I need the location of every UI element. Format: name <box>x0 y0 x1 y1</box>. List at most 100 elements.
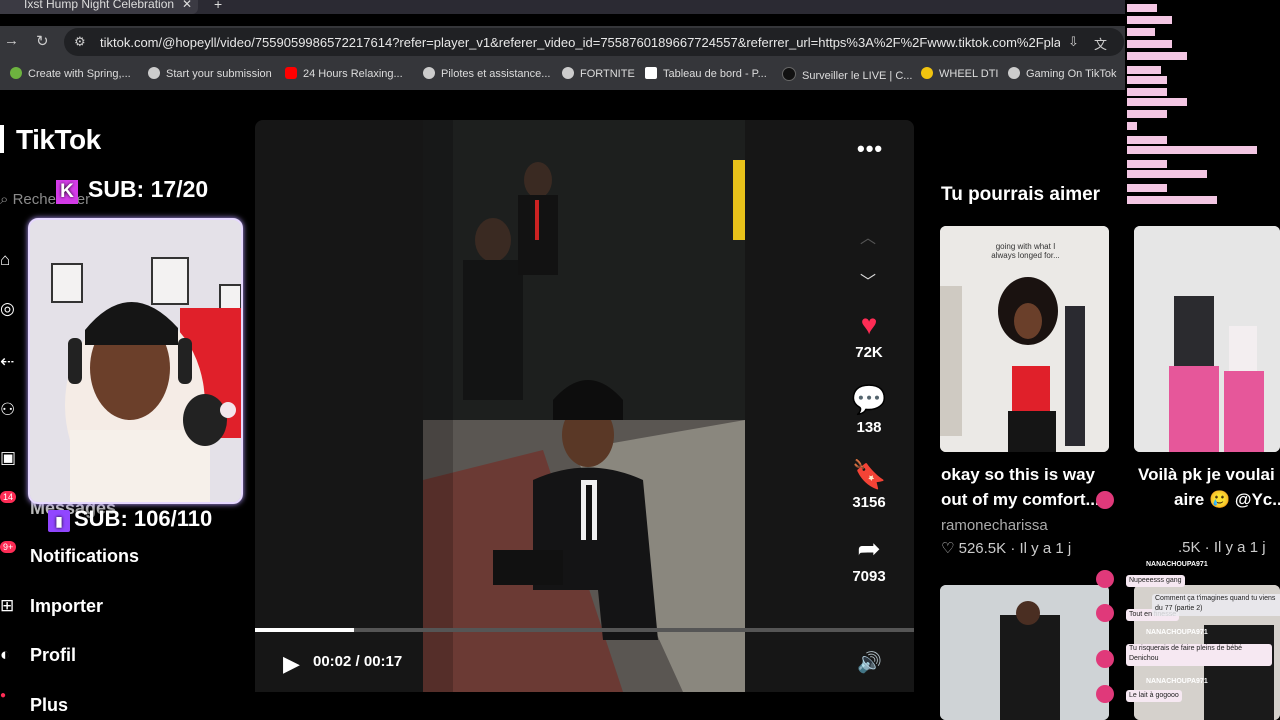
kick-icon: K <box>56 180 78 204</box>
bookmark-item[interactable]: WHEEL DTI <box>921 67 999 80</box>
globe-icon <box>423 67 435 79</box>
sidebar-item-more[interactable]: Plus <box>30 695 68 716</box>
translate-icon[interactable]: 文 <box>1094 34 1107 53</box>
globe-icon <box>148 67 160 79</box>
comment-count: 138 <box>856 419 882 436</box>
video-player[interactable] <box>423 120 745 692</box>
thumbnail-image <box>940 585 1109 720</box>
address-bar-row: → ↻ ⚙ tiktok.com/@hopeyll/video/75590599… <box>0 26 1125 58</box>
previous-video-icon[interactable]: ︿ <box>860 224 876 248</box>
friends-icon[interactable]: ⚇ <box>0 400 15 420</box>
profile-avatar-icon[interactable]: ◐ <box>0 645 10 665</box>
play-icon[interactable]: ▶ <box>283 651 300 677</box>
heart-icon: ♥ <box>860 309 878 340</box>
chat-message: Nupeeesss gang <box>1126 575 1185 587</box>
chat-avatar-icon <box>1096 650 1114 668</box>
more-dot-icon: ● <box>0 690 7 701</box>
webcam-overlay <box>28 218 243 504</box>
volume-icon[interactable]: 🔊 <box>857 650 882 675</box>
install-app-icon[interactable]: ⇩ <box>1068 34 1079 50</box>
card-title-line1[interactable]: okay so this is way <box>941 462 1095 487</box>
chat-message: Le lait à gogooo <box>1126 690 1182 702</box>
globe-icon <box>562 67 574 79</box>
infinity-icon <box>645 67 657 79</box>
video-time: 00:02 / 00:17 <box>313 653 403 670</box>
bookmark-icon: 🔖 <box>851 459 887 490</box>
chat-username: NANACHOUPA971 <box>1146 629 1208 636</box>
tiktok-icon <box>782 67 796 81</box>
close-tab-icon[interactable]: ✕ <box>182 0 192 11</box>
video-frame <box>423 120 745 692</box>
bookmark-favicon-icon <box>10 67 22 79</box>
reload-icon[interactable]: ↻ <box>36 32 49 50</box>
youtube-icon <box>285 67 297 79</box>
sidebar-item-notifications[interactable]: Notifications <box>30 546 139 567</box>
bookmark-item[interactable]: Gaming On TikTok <box>1008 67 1116 80</box>
home-icon[interactable]: ⌂ <box>0 250 10 270</box>
twitch-sub-counter: ▮ SUB: 106/110 <box>48 506 212 532</box>
card-author[interactable]: ramonecharissa <box>941 517 1048 534</box>
streamer-image <box>30 220 241 502</box>
bookmark-item[interactable]: Start your submission <box>148 67 272 80</box>
live-icon[interactable]: ▣ <box>0 448 16 468</box>
chat-avatar-icon <box>1096 570 1114 588</box>
chat-messages-stack <box>1127 4 1257 204</box>
explore-icon[interactable]: ◎ <box>0 299 15 319</box>
browser-tab[interactable]: Ixst Hump Night Celebrations ✕ <box>0 0 198 14</box>
video-progress-fill <box>255 628 354 632</box>
messages-badge: 14 <box>0 491 17 503</box>
card-meta: .5K · Il y a 1 j <box>1178 539 1266 556</box>
thumbnail-image <box>1134 226 1280 452</box>
bookmark-item[interactable]: 24 Hours Relaxing... <box>285 67 403 80</box>
bookmark-item[interactable]: Pilotes et assistance... <box>423 67 550 80</box>
save-count: 3156 <box>852 494 886 511</box>
tab-bar: Ixst Hump Night Celebrations ✕ + <box>0 0 1125 14</box>
site-settings-icon[interactable]: ⚙ <box>74 34 86 50</box>
notifications-badge: 9+ <box>0 541 17 553</box>
recommendation-thumbnail[interactable] <box>1134 226 1280 452</box>
sidebar-item-profile[interactable]: Profil <box>30 645 76 666</box>
bookmark-item[interactable]: Tableau de bord - P... <box>645 67 767 80</box>
recommendation-thumbnail[interactable] <box>940 585 1109 720</box>
chat-username: NANACHOUPA971 <box>1146 678 1208 685</box>
like-count: 72K <box>855 344 883 361</box>
tiktok-note-icon <box>0 125 14 153</box>
card-title-line2[interactable]: aire 🥲 @Yc... <box>1174 487 1280 512</box>
card-title-line1[interactable]: Voilà pk je voulai <box>1138 462 1280 487</box>
bookmark-item[interactable]: Surveiller le LIVE | C... <box>782 67 912 82</box>
new-tab-button[interactable]: + <box>214 0 222 12</box>
chat-username: NANACHOUPA971 <box>1146 561 1208 568</box>
following-icon[interactable]: ⇠ <box>0 352 14 372</box>
share-button[interactable]: ➦ 7093 <box>840 533 898 586</box>
chat-avatar-icon <box>1096 685 1114 703</box>
tab-title: Ixst Hump Night Celebrations <box>24 0 174 11</box>
bookmarks-bar: Create with Spring,... Start your submis… <box>0 58 1125 90</box>
forward-icon[interactable]: → <box>4 32 19 49</box>
chat-message: Tu risquerais de faire pleins de bébé De… <box>1126 644 1272 666</box>
address-bar[interactable]: ⚙ tiktok.com/@hopeyll/video/755905998657… <box>64 28 1124 56</box>
chat-message: Comment ça t'imagines quand tu viens du … <box>1152 594 1280 616</box>
comment-button[interactable]: 💬 138 <box>840 384 898 437</box>
stream-chat-top <box>1125 0 1280 205</box>
card-meta: ♡ 526.5K · Il y a 1 j <box>941 540 1072 557</box>
chat-avatar-icon <box>1096 491 1114 509</box>
upload-icon[interactable]: ⊞ <box>0 596 14 616</box>
url-text[interactable]: tiktok.com/@hopeyll/video/75590599865722… <box>100 35 1060 50</box>
card-title-line2[interactable]: out of my comfort... <box>941 487 1100 512</box>
thumbnail-caption: going with what I always longed for... <box>991 242 1060 260</box>
next-video-icon[interactable]: ﹀ <box>860 268 876 292</box>
recommendations-title: Tu pourrais aimer <box>941 184 1101 205</box>
more-options-icon[interactable]: ••• <box>857 136 883 162</box>
wheel-icon <box>921 67 933 79</box>
share-count: 7093 <box>852 568 886 585</box>
sidebar-item-upload[interactable]: Importer <box>30 596 103 617</box>
tiktok-logo[interactable]: TikTok <box>0 124 101 156</box>
search-icon: ⌕ <box>0 191 13 208</box>
bookmark-item[interactable]: Create with Spring,... <box>10 67 131 80</box>
kick-sub-counter: K SUB: 17/20 <box>56 176 208 204</box>
share-arrow-icon: ➦ <box>857 533 881 564</box>
bookmark-item[interactable]: FORTNITE <box>562 67 635 80</box>
comment-icon: 💬 <box>851 384 887 415</box>
like-button[interactable]: ♥ 72K <box>840 309 898 362</box>
save-button[interactable]: 🔖 3156 <box>840 459 898 512</box>
